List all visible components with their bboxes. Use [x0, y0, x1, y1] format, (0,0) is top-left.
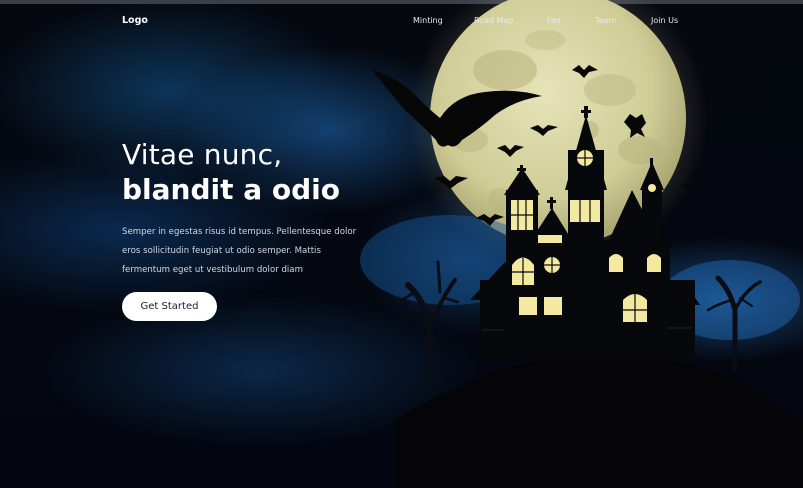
hero-title-line2: blandit a odio	[122, 173, 340, 206]
hero-title-line1: Vitae nunc,	[122, 138, 283, 171]
site-logo[interactable]: Logo	[122, 15, 148, 26]
nav-link-road-map[interactable]: Road Map	[474, 16, 514, 25]
halloween-scene	[360, 0, 803, 488]
top-navigation: Logo Minting Road Map Faq Team Join Us	[0, 0, 803, 42]
hero-description: Semper in egestas risus id tempus. Pelle…	[122, 227, 357, 275]
nav-link-team[interactable]: Team	[595, 16, 616, 25]
hero-section: Logo Minting Road Map Faq Team Join Us V…	[0, 0, 803, 488]
nav-link-faq[interactable]: Faq	[547, 16, 561, 25]
nav-link-minting[interactable]: Minting	[413, 16, 443, 25]
get-started-button[interactable]: Get Started	[122, 292, 217, 321]
nav-link-join-us[interactable]: Join Us	[651, 16, 678, 25]
